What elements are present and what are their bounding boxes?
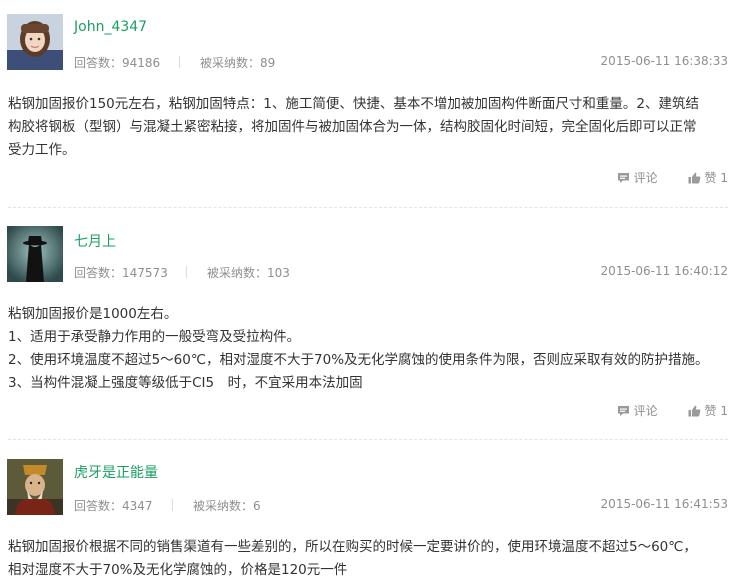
comment-button[interactable]: 评论 <box>617 402 658 419</box>
answer-item: 虎牙是正能量 回答数：4347 被采纳数：6 2015-06-11 16:41:… <box>0 459 741 583</box>
answer-item: 七月上 回答数：147573 被采纳数：103 2015-06-11 16:40… <box>0 226 741 426</box>
comment-button[interactable]: 评论 <box>617 169 658 186</box>
like-count: 1 <box>720 403 728 418</box>
answer-time: 2015-06-11 16:41:53 <box>600 497 728 511</box>
username[interactable]: 虎牙是正能量 <box>74 462 158 482</box>
stat-separator <box>172 499 173 511</box>
avatar[interactable] <box>7 459 63 515</box>
answer-time: 2015-06-11 16:38:33 <box>600 54 728 68</box>
content-line: 相对湿度不大于70%及无化学腐蚀的，价格是120元一件 <box>8 562 348 578</box>
content-line: 受力工作。 <box>8 142 76 158</box>
content-line: 2、使用环境温度不超过5～60℃，相对湿度不大于70%及无化学腐蚀的使用条件为限… <box>8 352 709 368</box>
answer-count: 回答数：4347 <box>74 499 153 513</box>
stat-separator <box>179 56 180 68</box>
adopted-count: 被采纳数：89 <box>200 56 276 70</box>
content-line: 1、适用于承受静力作用的一般受弯及受拉构件。 <box>8 329 301 345</box>
like-button[interactable]: 赞 1 <box>688 169 728 186</box>
content-line: 粘钢加固报价150元左右，粘钢加固特点：1、施工简便、快捷、基本不增加被加固构件… <box>8 96 699 112</box>
comment-icon <box>617 405 629 416</box>
content-line: 粘钢加固报价是1000左右。 <box>8 306 178 322</box>
username[interactable]: John_4347 <box>74 19 147 35</box>
thumbs-up-icon <box>688 172 700 183</box>
adopted-count: 被采纳数：6 <box>193 499 261 513</box>
answer-count: 回答数：147573 <box>74 266 168 280</box>
comment-icon <box>617 172 629 183</box>
answer-content: 粘钢加固报价根据不同的销售渠道有一些差别的，所以在购买的时候一定要讲价的，使用环… <box>8 536 736 582</box>
avatar[interactable] <box>7 226 63 282</box>
like-count: 1 <box>720 170 728 185</box>
answer-count: 回答数：94186 <box>74 56 161 70</box>
answer-content: 粘钢加固报价150元左右，粘钢加固特点：1、施工简便、快捷、基本不增加被加固构件… <box>8 93 736 162</box>
adopted-count: 被采纳数：103 <box>207 266 290 280</box>
username[interactable]: 七月上 <box>74 231 116 251</box>
answer-item: John_4347 回答数：94186 被采纳数：89 2015-06-11 1… <box>0 14 741 204</box>
content-line: 粘钢加固报价根据不同的销售渠道有一些差别的，所以在购买的时候一定要讲价的，使用环… <box>8 539 697 555</box>
answer-actions: 评论 赞 1 <box>617 402 728 420</box>
content-line: 3、当构件混凝上强度等级低于CI5 时，不宜采用本法加固 <box>8 375 363 391</box>
like-button[interactable]: 赞 1 <box>688 402 728 419</box>
answer-content: 粘钢加固报价是1000左右。 1、适用于承受静力作用的一般受弯及受拉构件。 2、… <box>8 303 736 395</box>
avatar[interactable] <box>7 14 63 70</box>
answer-divider <box>8 207 728 208</box>
answer-time: 2015-06-11 16:40:12 <box>600 264 728 278</box>
answer-divider <box>8 439 728 440</box>
answer-actions: 评论 赞 1 <box>617 169 728 187</box>
content-line: 构胶将钢板（型钢）与混凝土紧密粘接，将加固件与被加固体合为一体，结构胶固化时间短… <box>8 119 697 135</box>
stat-separator <box>186 266 187 278</box>
thumbs-up-icon <box>688 405 700 416</box>
